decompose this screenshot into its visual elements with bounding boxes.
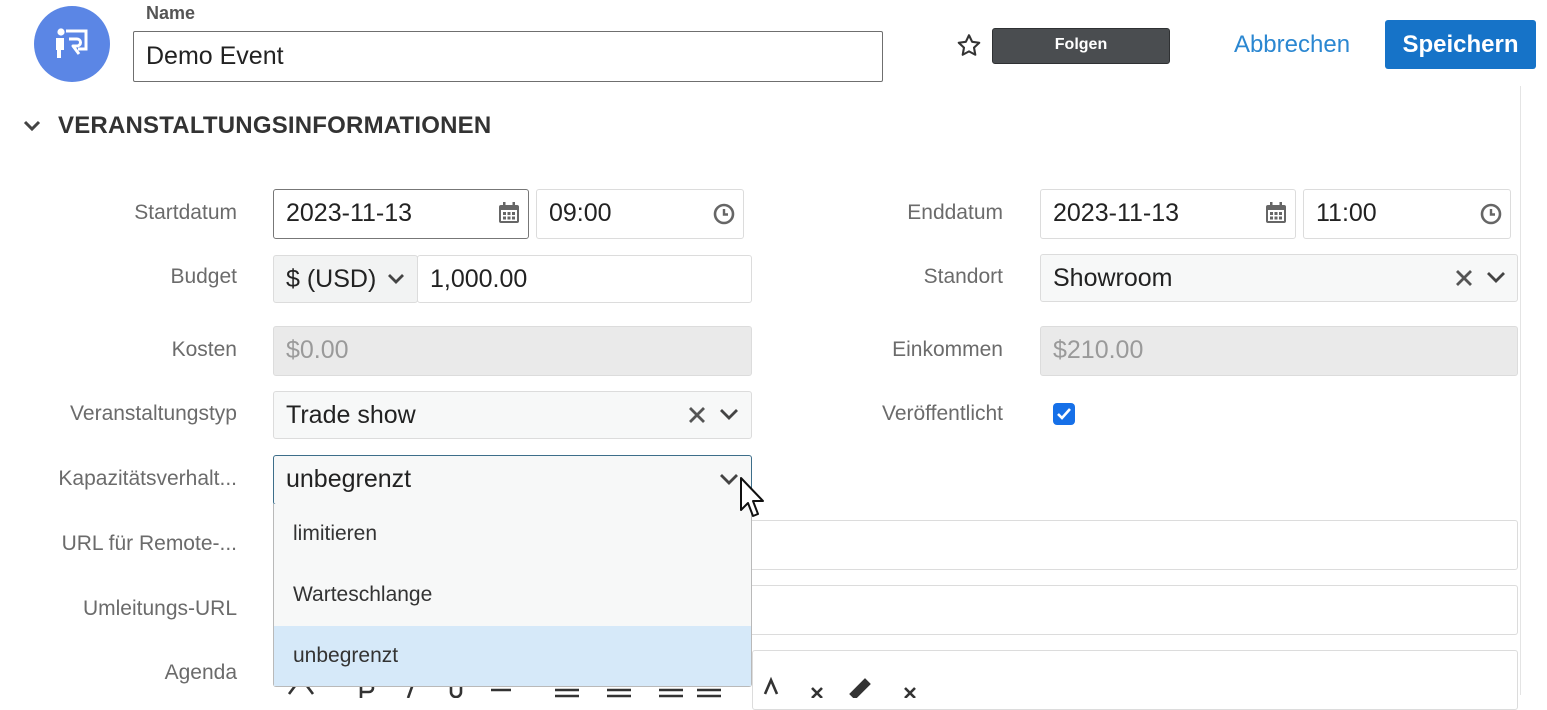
- chevron-down-icon[interactable]: [22, 116, 42, 141]
- chevron-down-icon[interactable]: [719, 472, 739, 488]
- presentation-icon: [56, 28, 88, 58]
- section-title[interactable]: VERANSTALTUNGSINFORMATIONEN: [58, 112, 491, 140]
- star-outline-icon[interactable]: [955, 32, 983, 65]
- checkmark-icon: [1057, 408, 1071, 420]
- start-date-label: Startdatum: [134, 201, 237, 224]
- remote-url-label: URL für Remote-...: [61, 532, 237, 555]
- chevron-down-icon[interactable]: [719, 407, 739, 423]
- cost-label: Kosten: [171, 338, 237, 361]
- agenda-label: Agenda: [164, 661, 237, 684]
- end-date-label: Enddatum: [907, 201, 1003, 224]
- budget-amount-input[interactable]: 1,000.00: [417, 255, 752, 303]
- capacity-select[interactable]: unbegrenzt: [273, 455, 752, 505]
- capacity-label: Kapazitätsverhalt...: [58, 467, 237, 490]
- event-type-label: Veranstaltungstyp: [70, 402, 237, 425]
- redirect-url-input[interactable]: [740, 585, 1518, 635]
- end-time-input[interactable]: 11:00: [1303, 189, 1511, 239]
- start-date-input[interactable]: 2023-11-13: [273, 189, 529, 239]
- event-type-select[interactable]: Trade show: [273, 391, 752, 439]
- cancel-button[interactable]: Abbrechen: [1218, 28, 1366, 62]
- clock-icon[interactable]: [1480, 203, 1502, 225]
- capacity-option-limit[interactable]: limitieren: [274, 504, 751, 564]
- calendar-icon[interactable]: [1265, 202, 1287, 224]
- capacity-option-waitlist[interactable]: Warteschlange: [274, 565, 751, 625]
- avatar: [34, 6, 110, 82]
- currency-select[interactable]: $ (USD): [273, 255, 418, 303]
- cost-field: $0.00: [273, 326, 752, 376]
- close-icon[interactable]: [1454, 268, 1474, 288]
- capacity-option-unlimited[interactable]: unbegrenzt: [274, 626, 751, 686]
- income-field: $210.00: [1040, 326, 1518, 376]
- redirect-url-label: Umleitungs-URL: [82, 597, 237, 620]
- published-checkbox[interactable]: [1053, 403, 1075, 425]
- clock-icon[interactable]: [713, 203, 735, 225]
- name-input[interactable]: Demo Event: [133, 31, 883, 82]
- mouse-pointer-icon: [739, 476, 767, 525]
- chevron-down-icon[interactable]: [1486, 270, 1506, 286]
- location-label: Standort: [923, 265, 1003, 288]
- follow-button[interactable]: Folgen: [992, 28, 1170, 64]
- end-date-input[interactable]: 2023-11-13: [1040, 189, 1296, 239]
- location-select[interactable]: Showroom: [1040, 254, 1518, 302]
- start-time-input[interactable]: 09:00: [536, 189, 744, 239]
- capacity-dropdown-menu: limitieren Warteschlange unbegrenzt: [273, 504, 752, 687]
- income-label: Einkommen: [892, 338, 1003, 361]
- calendar-icon[interactable]: [498, 202, 520, 224]
- save-button[interactable]: Speichern: [1385, 20, 1536, 69]
- budget-label: Budget: [170, 265, 237, 288]
- published-label: Veröffentlicht: [881, 402, 1003, 425]
- chevron-down-icon: [388, 274, 404, 284]
- close-icon[interactable]: [687, 405, 707, 425]
- content-divider: [1520, 86, 1521, 695]
- remote-url-input[interactable]: [740, 520, 1518, 570]
- name-label: Name: [146, 3, 196, 23]
